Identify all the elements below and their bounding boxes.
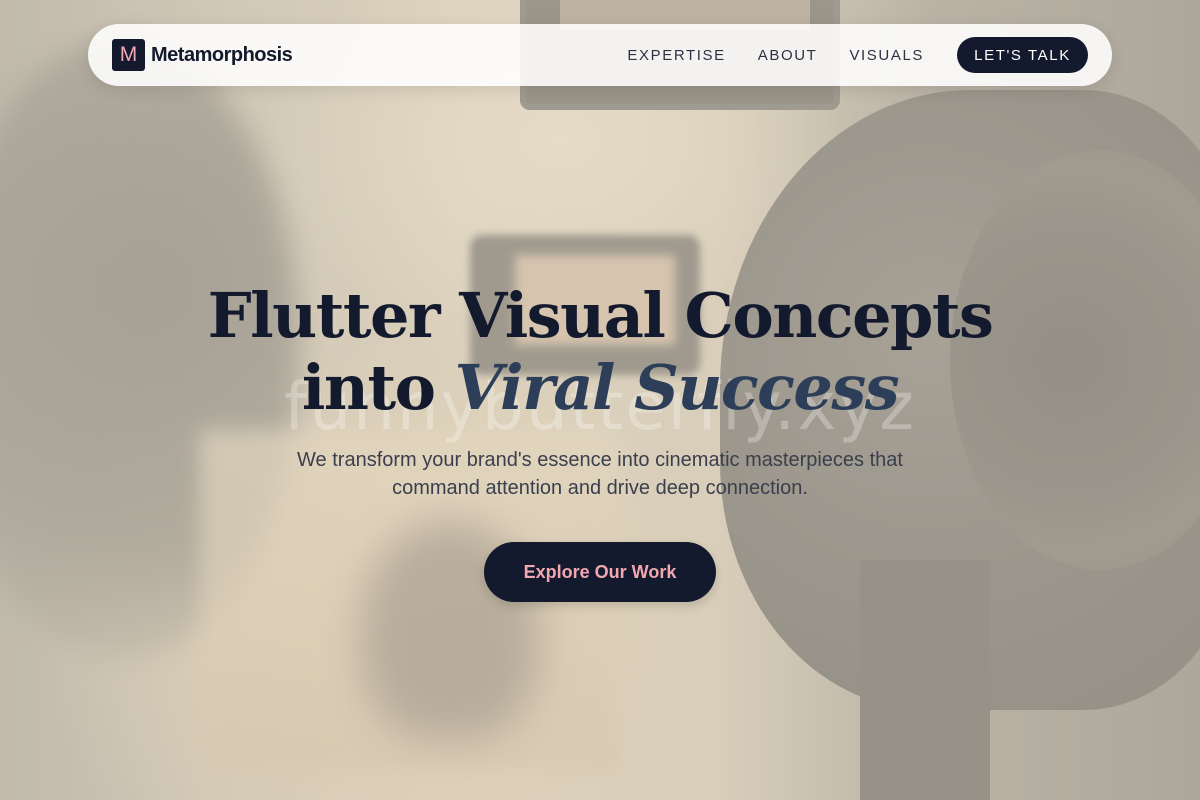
hero-title: Flutter Visual Concepts into Viral Succe… <box>0 280 1200 424</box>
hero-subtitle: We transform your brand's essence into c… <box>297 449 903 499</box>
logo-mark-icon: M <box>112 39 145 71</box>
lets-talk-button[interactable]: LET'S TALK <box>957 37 1088 73</box>
hero-title-line2: into <box>301 351 455 424</box>
hero-section: Flutter Visual Concepts into Viral Succe… <box>0 280 1200 502</box>
brand-logo[interactable]: M Metamorphosis <box>112 39 293 71</box>
hero-title-line1: Flutter Visual Concepts <box>207 279 994 352</box>
top-navbar: M Metamorphosis EXPERTISE ABOUT VISUALS … <box>88 24 1112 86</box>
nav-link-expertise[interactable]: EXPERTISE <box>627 47 725 64</box>
nav-link-about[interactable]: ABOUT <box>758 47 818 64</box>
brand-name: Metamorphosis <box>151 43 293 66</box>
nav-link-visuals[interactable]: VISUALS <box>849 47 924 64</box>
explore-our-work-button[interactable]: Explore Our Work <box>484 542 716 602</box>
hero-title-accent: Viral Success <box>454 351 900 424</box>
nav-links: EXPERTISE ABOUT VISUALS LET'S TALK <box>627 37 1088 73</box>
